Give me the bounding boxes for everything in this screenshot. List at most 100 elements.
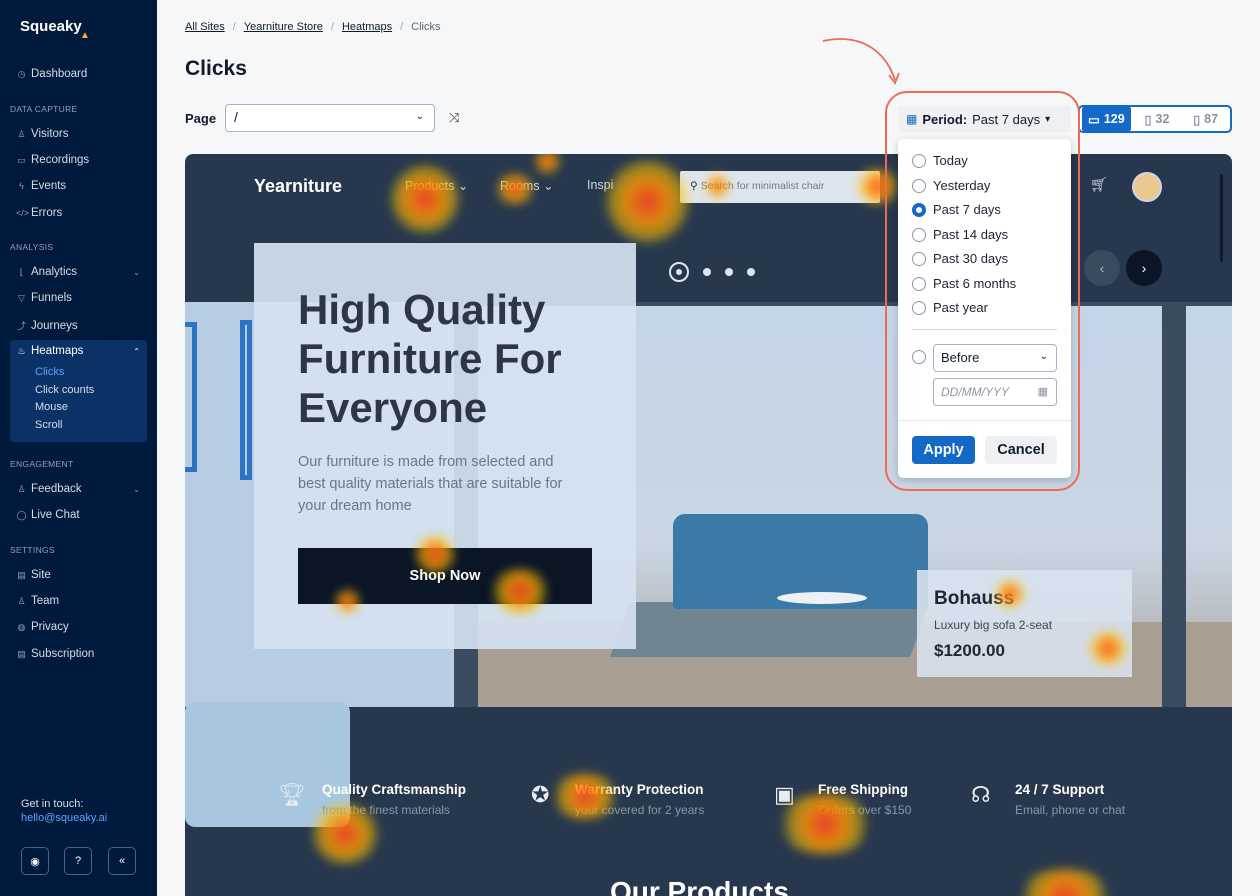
product-price: $1200.00 [934, 641, 1005, 660]
page-title: Clicks [185, 57, 247, 80]
sidebar-item-site[interactable]: ▤ Site [16, 569, 140, 581]
shop-now-button: Shop Now [298, 548, 592, 604]
sidebar-item-feedback[interactable]: ♙ Feedback ⌄ [16, 483, 140, 495]
sidebar-item-subscription[interactable]: ▤ Subscription [16, 648, 140, 660]
product-name: Bohauss [934, 588, 1015, 609]
clock-icon: ◷ [17, 68, 26, 79]
wall-frame [240, 320, 252, 480]
chevron-down-icon: ⌄ [133, 267, 140, 277]
hero-text: Our furniture is made from selected and … [298, 454, 563, 514]
user-circle-icon: ◉ [30, 855, 40, 868]
contact-label: Get in touch: [21, 798, 84, 810]
breadcrumb-heatmaps[interactable]: Heatmaps [342, 21, 392, 33]
sidebar-item-heatmaps[interactable]: ♨ Heatmaps ⌃ [16, 345, 140, 357]
product-desc: Luxury big sofa 2-seat [934, 618, 1053, 632]
sidebar: Squeaky ▲ ◷ Dashboard DATA CAPTURE ♙ Visito… [0, 0, 157, 896]
contact-email[interactable]: hello@squeaky.ai [21, 812, 107, 824]
help-button[interactable]: ? [64, 847, 92, 875]
sidebar-item-analytics[interactable]: ⌊ Analytics ⌄ [16, 266, 140, 278]
trophy-icon: 🏆︎ [278, 782, 306, 807]
rug [609, 602, 931, 657]
carousel-next-icon: › [1126, 250, 1162, 286]
annotation-highlight [885, 91, 1080, 491]
phone-icon: ▯ [1193, 112, 1201, 127]
sidebar-item-dashboard[interactable]: ◷ Dashboard [16, 68, 140, 80]
sidebar-item-errors[interactable]: </> Errors [16, 207, 140, 219]
sidebar-sub-mouse[interactable]: Mouse [35, 401, 68, 413]
sidebar-item-recordings[interactable]: ▭ Recordings [16, 154, 140, 166]
chart-icon: ⌊ [19, 266, 24, 277]
section-label-analysis: ANALYSIS [10, 242, 54, 252]
section-label-engagement: ENGAGEMENT [10, 459, 74, 469]
device-mobile[interactable]: ▯ 87 [1181, 107, 1230, 131]
section-title: Our Products [610, 876, 789, 896]
coffee-table [777, 592, 867, 604]
product-card: Bohauss Luxury big sofa 2-seat $1200.00 [917, 570, 1132, 677]
sidebar-item-team[interactable]: ♙ Team [16, 595, 140, 607]
sidebar-sub-scroll[interactable]: Scroll [35, 419, 63, 431]
sidebar-item-live-chat[interactable]: ◯ Live Chat [16, 509, 140, 521]
chevron-up-icon: ⌃ [133, 346, 140, 356]
breadcrumb-separator: / [330, 21, 334, 33]
breadcrumb-all-sites[interactable]: All Sites [185, 21, 225, 33]
page-select-value: / [234, 109, 238, 125]
scrollbar[interactable] [1220, 174, 1223, 262]
route-icon: ⤴ [16, 321, 26, 331]
feature-quality: 🏆︎ Quality Craftsmanship from the finest… [278, 782, 467, 817]
sidebar-sub-click-counts[interactable]: Click counts [35, 384, 94, 396]
logo[interactable]: Squeaky ▲ [20, 18, 90, 41]
headset-icon: ☊ [971, 782, 991, 807]
feature-shipping: ▣ Free Shipping Orders over $150 [774, 782, 912, 817]
page-select[interactable]: / ⌄ [225, 104, 435, 132]
section-label-data-capture: DATA CAPTURE [10, 104, 78, 114]
feature-support: ☊ 24 / 7 Support Email, phone or chat [971, 782, 1126, 817]
sidebar-item-journeys[interactable]: ⤴ Journeys [16, 319, 140, 332]
heat-spot [390, 164, 460, 234]
breadcrumb: All Sites / Yearniture Store / Heatmaps … [185, 21, 441, 33]
wall-frame [185, 322, 197, 472]
cursor-icon: ▲ [80, 30, 90, 41]
pillar [1162, 302, 1186, 707]
chevron-down-icon: ⌄ [133, 484, 140, 494]
feature-warranty: ✪ Warranty Protection your covered for 2… [531, 782, 705, 817]
carousel-dots [669, 262, 755, 282]
sidebar-item-visitors[interactable]: ♙ Visitors [16, 128, 140, 140]
box-icon: ▣ [774, 782, 795, 807]
hero-title: High Quality Furniture For Everyone [298, 286, 562, 431]
double-chevron-left-icon: « [118, 855, 126, 867]
site-brand: Yearniture [254, 176, 343, 196]
collapse-sidebar-button[interactable]: « [108, 847, 136, 875]
window-icon: ▤ [17, 569, 26, 580]
user-icon: ♙ [17, 128, 26, 139]
sidebar-item-events[interactable]: ϟ Events [16, 180, 140, 192]
device-tablet[interactable]: ▯ 32 [1133, 107, 1182, 131]
bolt-icon: ϟ [19, 181, 24, 191]
heat-spot [1015, 869, 1115, 896]
carousel-dot [725, 268, 733, 276]
badge-check-icon: ✪ [531, 782, 550, 807]
carousel-prev-icon: ‹ [1084, 250, 1120, 286]
team-icon: ♙ [17, 595, 26, 606]
code-icon: </> [16, 208, 30, 218]
chat-icon: ◯ [16, 509, 27, 520]
heat-spot [535, 154, 560, 174]
breadcrumb-site[interactable]: Yearniture Store [244, 21, 323, 33]
sidebar-item-funnels[interactable]: ▽ Funnels [16, 292, 140, 304]
funnel-icon: ▽ [18, 292, 25, 303]
search-icon: ⚲ [690, 180, 698, 192]
carousel-dot [703, 268, 711, 276]
breadcrumb-separator: / [400, 21, 404, 33]
avatar [1132, 172, 1162, 202]
sidebar-sub-clicks[interactable]: Clicks [35, 366, 64, 378]
site-search: ⚲ Search for minimalist chair [680, 171, 880, 203]
site-nav-rooms: Rooms ⌄ [500, 179, 554, 193]
breadcrumb-current: Clicks [411, 21, 441, 33]
sidebar-item-privacy[interactable]: ◍ Privacy [16, 621, 140, 633]
chevron-down-icon: ⌄ [415, 111, 424, 122]
monitor-icon: ▭ [1088, 112, 1100, 127]
device-desktop[interactable]: ▭ 129 [1082, 107, 1131, 131]
account-button[interactable]: ◉ [21, 847, 49, 875]
video-icon: ▭ [17, 154, 26, 165]
site-nav-inspi: Inspi [587, 178, 614, 192]
shuffle-icon[interactable]: ⤨ [449, 110, 459, 126]
